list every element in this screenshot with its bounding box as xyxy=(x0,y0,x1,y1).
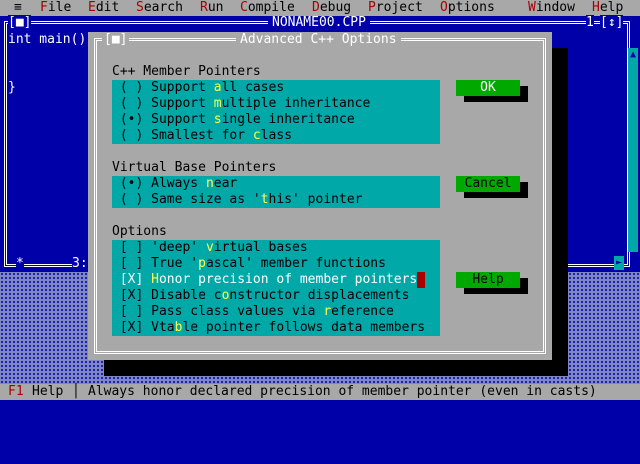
advanced-cpp-options-dialog: [■] Advanced C++ Options C++ Member Poin… xyxy=(88,32,552,360)
menu-bar: ≡ File Edit Search Run Compile Debug Pro… xyxy=(0,0,640,16)
editor-zoom-box[interactable]: [↕] xyxy=(600,15,624,31)
member-pointers-radio-group: ( ) Support all cases ( ) Support multip… xyxy=(112,80,440,144)
text-cursor xyxy=(417,272,426,288)
code-line-1[interactable]: int main() xyxy=(8,32,86,48)
status-key-f1[interactable]: F1 xyxy=(8,384,24,400)
dialog-title: Advanced C++ Options xyxy=(236,32,401,48)
modified-indicator: * xyxy=(16,256,24,272)
editor-window-number: 1 xyxy=(586,15,594,31)
menu-edit[interactable]: Edit xyxy=(88,0,119,16)
cancel-button[interactable]: Cancel xyxy=(456,176,520,192)
system-menu[interactable]: ≡ xyxy=(14,0,22,16)
menu-run[interactable]: Run xyxy=(200,0,223,16)
menu-search[interactable]: Search xyxy=(136,0,183,16)
options-checkbox-group: [ ] 'deep' virtual bases [ ] True 'pasca… xyxy=(112,240,440,336)
status-bar: F1 Help │ Always honor declared precisio… xyxy=(0,384,640,400)
status-key-help-label[interactable]: Help xyxy=(32,384,63,400)
editor-title: NONAME00.CPP xyxy=(268,16,370,30)
menu-options[interactable]: Options xyxy=(440,0,495,16)
group-label-options: Options xyxy=(112,224,167,239)
menu-file[interactable]: File xyxy=(40,0,71,16)
ok-button[interactable]: OK xyxy=(456,80,520,96)
radio-smallest-for-class[interactable]: ( ) Smallest for class xyxy=(112,128,292,144)
code-line-4[interactable]: } xyxy=(8,80,16,96)
radio-support-single-inheritance[interactable]: (•) Support single inheritance xyxy=(112,112,355,128)
radio-support-all-cases[interactable]: ( ) Support all cases xyxy=(112,80,284,96)
ok-button-shadow-bottom xyxy=(464,96,528,102)
status-divider: │ xyxy=(72,384,80,399)
menu-compile[interactable]: Compile xyxy=(240,0,295,16)
vertical-scrollbar[interactable] xyxy=(628,62,638,252)
group-label-member-pointers: C++ Member Pointers xyxy=(112,64,261,79)
group-label-virtual-base-pointers: Virtual Base Pointers xyxy=(112,160,277,175)
checkbox-honor-precision[interactable]: [X] Honor precision of member pointers xyxy=(112,272,426,288)
editor-close-box[interactable]: [■] xyxy=(8,15,32,31)
checkbox-deep-virtual-bases[interactable]: [ ] 'deep' virtual bases xyxy=(112,240,308,256)
checkbox-pass-class-values-via-reference[interactable]: [ ] Pass class values via reference xyxy=(112,304,394,320)
scroll-right-button[interactable]: ► xyxy=(614,256,624,270)
help-button-shadow-bottom xyxy=(464,288,528,294)
radio-same-size-as-this[interactable]: ( ) Same size as 'this' pointer xyxy=(112,192,363,208)
scroll-up-button[interactable]: ▲ xyxy=(628,48,638,62)
virtual-base-pointers-radio-group: (•) Always near ( ) Same size as 'this' … xyxy=(112,176,440,208)
checkbox-vtable-pointer-follows-data[interactable]: [X] Vtable pointer follows data members xyxy=(112,320,425,336)
checkbox-true-pascal-member-functions[interactable]: [ ] True 'pascal' member functions xyxy=(112,256,386,272)
cancel-button-shadow-bottom xyxy=(464,192,528,198)
dialog-close-box[interactable]: [■] xyxy=(102,32,130,48)
checkbox-disable-constructor-displacements[interactable]: [X] Disable constructor displacements xyxy=(112,288,410,304)
radio-support-multiple-inheritance[interactable]: ( ) Support multiple inheritance xyxy=(112,96,370,112)
radio-always-near[interactable]: (•) Always near xyxy=(112,176,237,192)
cursor-position: 3: xyxy=(72,256,88,272)
menu-debug[interactable]: Debug xyxy=(312,0,351,16)
status-hint-message: Always honor declared precision of membe… xyxy=(88,384,597,399)
menu-help[interactable]: Help xyxy=(592,0,623,16)
help-button[interactable]: Help xyxy=(456,272,520,288)
menu-project[interactable]: Project xyxy=(368,0,423,16)
menu-window[interactable]: Window xyxy=(528,0,575,16)
